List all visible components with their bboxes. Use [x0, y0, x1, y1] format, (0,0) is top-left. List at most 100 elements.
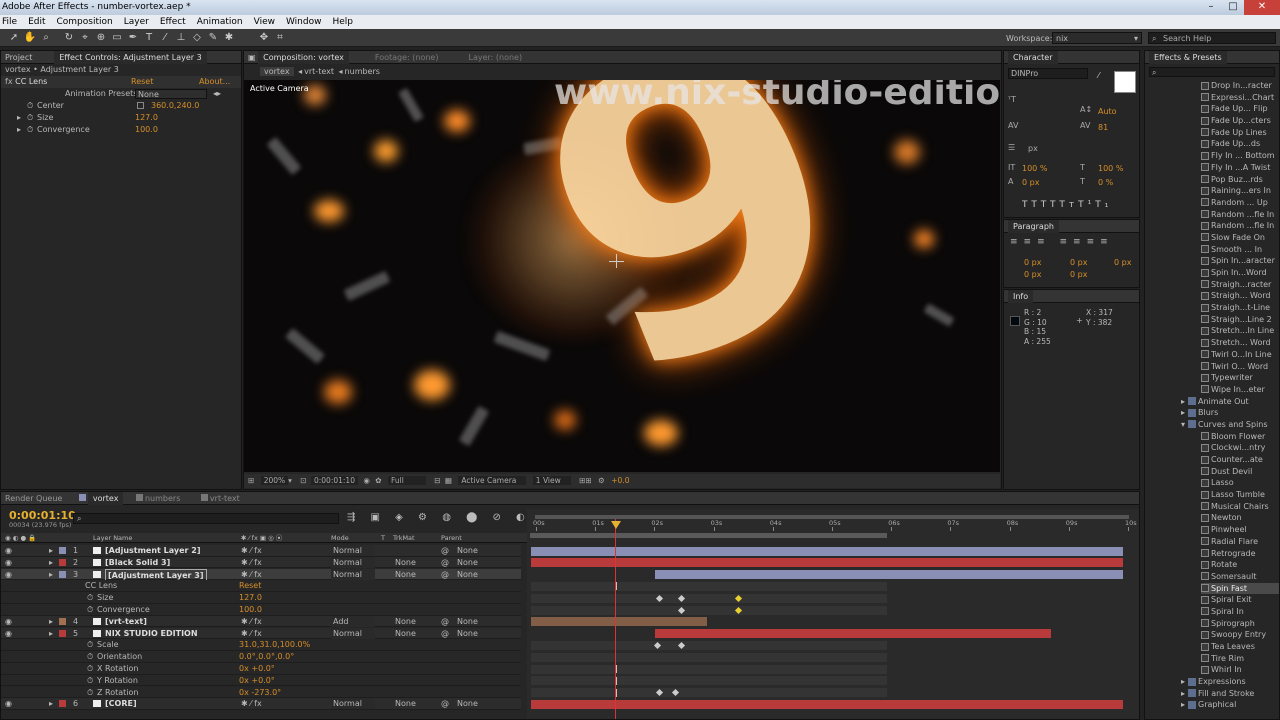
type-tool-icon[interactable]: T [142, 31, 156, 45]
preset-item[interactable]: Raining...ers In [1201, 185, 1279, 197]
layer-row[interactable]: ◉ ▸ 2 [Black Solid 3] ✱ ⁄ fx Normal None @ None [1, 556, 521, 569]
horizontal-scale-value[interactable]: 100 % [1098, 164, 1123, 173]
mode-select[interactable]: Normal [331, 556, 375, 568]
stopwatch-icon[interactable]: ⏱ [87, 675, 93, 686]
property-row[interactable]: CC Lens Reset [1, 580, 521, 593]
preset-item[interactable]: Clockwi...ntry [1201, 442, 1279, 454]
preset-item[interactable]: Fade Up...cters [1201, 115, 1279, 127]
menu-composition[interactable]: Composition [57, 15, 113, 29]
pickwhip-icon[interactable]: @ [441, 557, 449, 568]
stopwatch-icon[interactable]: ⏱ [87, 592, 93, 603]
preset-item[interactable]: Tea Leaves [1201, 641, 1279, 653]
preset-item[interactable]: Swoopy Entry [1201, 629, 1279, 641]
label-color[interactable] [59, 570, 66, 578]
effects-search-input[interactable]: ⌕ [1149, 67, 1275, 77]
pickwhip-icon[interactable]: @ [441, 628, 449, 639]
col-parent[interactable]: Parent [441, 533, 462, 543]
transparency-icon[interactable]: ▦ [445, 476, 452, 485]
snapshot-icon[interactable]: ◉ [363, 476, 370, 485]
layer-switches-icons[interactable]: ✱ ⁄ fx [241, 557, 262, 568]
preset-folder[interactable]: ▸ Blurs [1181, 407, 1279, 419]
snap-tool-icon[interactable]: ⌗ [273, 31, 287, 45]
layer-row[interactable]: ◉ ▸ 6 [CORE] ✱ ⁄ fx Normal None @ None [1, 698, 521, 711]
preset-item[interactable]: Spirograph [1201, 618, 1279, 630]
preset-item[interactable]: Tire Rim [1201, 653, 1279, 665]
preset-item[interactable]: Stretch...In Line [1201, 325, 1279, 337]
preset-item[interactable]: Musical Chairs [1201, 501, 1279, 513]
all-caps-button[interactable]: TT [1041, 200, 1060, 210]
hand-tool-icon[interactable]: ✋ [23, 31, 37, 45]
stopwatch-icon[interactable]: ⏱ [87, 663, 93, 674]
property-value[interactable]: 0.0°,0.0°,0.0° [239, 651, 294, 662]
roto-tool-icon[interactable]: ✎ [206, 31, 220, 45]
property-row[interactable]: ⏱ X Rotation 0x +0.0° [1, 663, 521, 675]
preset-item[interactable]: Bloom Flower [1201, 431, 1279, 443]
always-preview-icon[interactable]: ⊞ [248, 476, 254, 485]
expand-arrow-icon[interactable]: ▸ [17, 112, 21, 124]
tab-project[interactable]: Project [5, 53, 32, 62]
preset-item[interactable]: Random ...fle In [1201, 220, 1279, 232]
layer-switches-icons[interactable]: ✱ ⁄ fx [241, 545, 262, 556]
label-color[interactable] [59, 700, 66, 708]
preset-folder[interactable]: ▸ Animate Out [1181, 396, 1279, 408]
prop-size-value[interactable]: 127.0 [135, 112, 158, 124]
stopwatch-icon[interactable]: ⏱ [87, 687, 93, 698]
layer-switches-icons[interactable]: ✱ ⁄ fx [241, 698, 262, 709]
preset-item[interactable]: Fade Up Lines [1201, 127, 1279, 139]
preset-item[interactable]: Twirl O... Word [1201, 361, 1279, 373]
prop-center-value[interactable]: 360.0,240.0 [151, 100, 199, 112]
mode-select[interactable]: Normal [331, 545, 375, 556]
stopwatch-icon[interactable]: ⏱ [87, 604, 93, 615]
faux-italic-button[interactable]: T [1031, 200, 1040, 210]
work-area-bar[interactable] [530, 533, 887, 538]
pickwhip-icon[interactable]: @ [441, 698, 449, 709]
preset-item[interactable]: Rotate [1201, 559, 1279, 571]
label-color[interactable] [59, 558, 66, 566]
preset-item[interactable]: Newton [1201, 512, 1279, 524]
presets-select[interactable]: None [135, 89, 207, 99]
eye-icon[interactable]: ◉ [5, 557, 12, 568]
stopwatch-icon[interactable]: ⏱ [27, 112, 33, 124]
roi-icon[interactable]: ⊟ [434, 476, 440, 485]
prop-convergence-value[interactable]: 100.0 [135, 124, 158, 136]
mode-select[interactable]: Normal [331, 698, 375, 710]
parent-select[interactable]: None [457, 545, 478, 556]
stroke-unit[interactable]: px [1028, 144, 1038, 153]
eyedropper-icon[interactable]: ⁄ [1098, 71, 1099, 80]
preset-item[interactable]: Dust Devil [1201, 466, 1279, 478]
label-color[interactable] [59, 629, 66, 637]
minimize-icon[interactable]: – [1200, 0, 1222, 15]
trkmat-select[interactable]: None [395, 557, 416, 568]
label-color[interactable] [59, 547, 66, 554]
camera-tool-icon[interactable]: ⌖ [78, 31, 92, 45]
stopwatch-icon[interactable]: ⏱ [27, 100, 33, 112]
lock-icon[interactable]: ▣ [248, 53, 256, 62]
menu-edit[interactable]: Edit [28, 15, 45, 29]
layer-name[interactable]: [Adjustment Layer 2] [105, 545, 201, 556]
property-value[interactable]: 0x -273.0° [239, 687, 281, 698]
workspace-select[interactable]: nix ▾ [1052, 32, 1142, 44]
tab-info[interactable]: Info [1008, 290, 1034, 303]
indent-left[interactable]: 0 px [1024, 258, 1041, 267]
preset-item[interactable]: Somersault [1201, 571, 1279, 583]
preset-item[interactable]: Smooth ... In [1201, 244, 1279, 256]
stopwatch-icon[interactable]: ⏱ [87, 651, 93, 662]
preset-item[interactable]: Lasso [1201, 477, 1279, 489]
layer-switches-icons[interactable]: ✱ ⁄ fx [241, 616, 262, 627]
menu-view[interactable]: View [254, 15, 275, 29]
axis-tool-icon[interactable]: ✥ [257, 31, 271, 45]
grid-icon[interactable]: ⊞⊞ [579, 476, 592, 485]
mask-tool-icon[interactable]: ▭ [110, 31, 124, 45]
preset-item[interactable]: Radial Flare [1201, 536, 1279, 548]
tracking-value[interactable]: 81 [1098, 123, 1108, 132]
property-value[interactable]: 100.0 [239, 604, 262, 615]
col-trkmat[interactable]: TrkMat [393, 533, 415, 543]
fx-icon[interactable]: fx [5, 77, 13, 86]
tab-vrt-text[interactable]: vrt-text [210, 494, 240, 503]
preset-item[interactable]: Typewriter [1201, 372, 1279, 384]
layer-duration-bar[interactable] [531, 699, 1123, 709]
clone-tool-icon[interactable]: ⊥ [174, 31, 188, 45]
preset-item[interactable]: Fade Up... Flip [1201, 103, 1279, 115]
expand-arrow-icon[interactable]: ▸ [49, 628, 53, 639]
col-layer-name[interactable]: Layer Name [93, 533, 132, 543]
